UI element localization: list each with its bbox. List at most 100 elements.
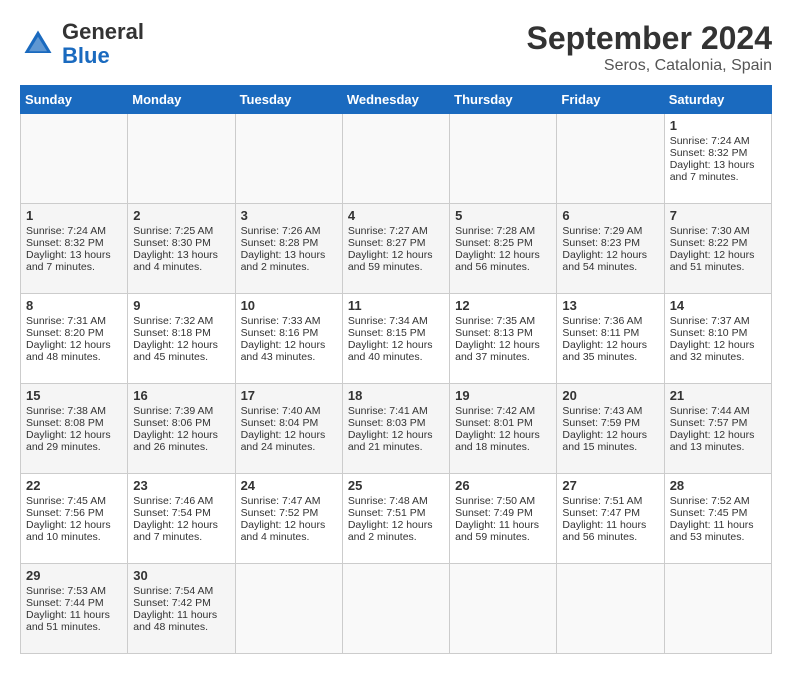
calendar-cell: 10 Sunrise: 7:33 AM Sunset: 8:16 PM Dayl… [235,294,342,384]
calendar-cell [21,114,128,204]
sunset: Sunset: 7:51 PM [348,507,426,519]
sunrise: Sunrise: 7:46 AM [133,495,213,507]
logo-text: General Blue [62,20,144,68]
day-number: 2 [133,208,229,223]
sunset: Sunset: 7:42 PM [133,597,211,609]
daylight: Daylight: 12 hours and 24 minutes. [241,429,326,453]
sunrise: Sunrise: 7:36 AM [562,315,642,327]
daylight: Daylight: 13 hours and 2 minutes. [241,249,326,273]
sunrise: Sunrise: 7:41 AM [348,405,428,417]
sunset: Sunset: 8:16 PM [241,327,319,339]
calendar-cell: 3 Sunrise: 7:26 AM Sunset: 8:28 PM Dayli… [235,204,342,294]
calendar-cell: 29 Sunrise: 7:53 AM Sunset: 7:44 PM Dayl… [21,564,128,654]
calendar-cell: 6 Sunrise: 7:29 AM Sunset: 8:23 PM Dayli… [557,204,664,294]
sunset: Sunset: 7:59 PM [562,417,640,429]
calendar-cell: 14 Sunrise: 7:37 AM Sunset: 8:10 PM Dayl… [664,294,771,384]
daylight: Daylight: 12 hours and 13 minutes. [670,429,755,453]
calendar-cell: 21 Sunrise: 7:44 AM Sunset: 7:57 PM Dayl… [664,384,771,474]
sunrise: Sunrise: 7:37 AM [670,315,750,327]
calendar-cell: 9 Sunrise: 7:32 AM Sunset: 8:18 PM Dayli… [128,294,235,384]
calendar-cell [235,114,342,204]
sunrise: Sunrise: 7:32 AM [133,315,213,327]
daylight: Daylight: 13 hours and 4 minutes. [133,249,218,273]
calendar-week-row: 1 Sunrise: 7:24 AM Sunset: 8:32 PM Dayli… [21,114,772,204]
sunrise: Sunrise: 7:34 AM [348,315,428,327]
sunrise: Sunrise: 7:38 AM [26,405,106,417]
calendar-cell: 1 Sunrise: 7:24 AM Sunset: 8:32 PM Dayli… [664,114,771,204]
daylight: Daylight: 13 hours and 7 minutes. [670,159,755,183]
sunrise: Sunrise: 7:50 AM [455,495,535,507]
daylight: Daylight: 12 hours and 48 minutes. [26,339,111,363]
daylight: Daylight: 11 hours and 53 minutes. [670,519,754,543]
sunrise: Sunrise: 7:43 AM [562,405,642,417]
title-block: September 2024 Seros, Catalonia, Spain [527,20,772,75]
day-number: 24 [241,478,337,493]
calendar-cell [235,564,342,654]
calendar-cell: 8 Sunrise: 7:31 AM Sunset: 8:20 PM Dayli… [21,294,128,384]
day-number: 28 [670,478,766,493]
daylight: Daylight: 12 hours and 7 minutes. [133,519,218,543]
day-number: 18 [348,388,444,403]
day-number: 22 [26,478,122,493]
calendar-cell: 25 Sunrise: 7:48 AM Sunset: 7:51 PM Dayl… [342,474,449,564]
sunrise: Sunrise: 7:24 AM [670,135,750,147]
daylight: Daylight: 12 hours and 15 minutes. [562,429,647,453]
sunset: Sunset: 8:11 PM [562,327,639,339]
daylight: Daylight: 12 hours and 32 minutes. [670,339,755,363]
days-header-row: Sunday Monday Tuesday Wednesday Thursday… [21,86,772,114]
sunset: Sunset: 8:04 PM [241,417,319,429]
day-number: 27 [562,478,658,493]
day-number: 1 [26,208,122,223]
sunset: Sunset: 8:06 PM [133,417,211,429]
header-friday: Friday [557,86,664,114]
calendar-cell: 19 Sunrise: 7:42 AM Sunset: 8:01 PM Dayl… [450,384,557,474]
calendar-cell [664,564,771,654]
day-number: 3 [241,208,337,223]
sunrise: Sunrise: 7:52 AM [670,495,750,507]
day-number: 6 [562,208,658,223]
calendar-cell [342,564,449,654]
daylight: Daylight: 12 hours and 59 minutes. [348,249,433,273]
calendar-week-row: 29 Sunrise: 7:53 AM Sunset: 7:44 PM Dayl… [21,564,772,654]
calendar-cell: 15 Sunrise: 7:38 AM Sunset: 8:08 PM Dayl… [21,384,128,474]
day-number: 29 [26,568,122,583]
day-number: 7 [670,208,766,223]
day-number: 16 [133,388,229,403]
sunrise: Sunrise: 7:26 AM [241,225,321,237]
logo: General Blue [20,20,144,68]
daylight: Daylight: 11 hours and 51 minutes. [26,609,110,633]
sunrise: Sunrise: 7:47 AM [241,495,321,507]
sunrise: Sunrise: 7:29 AM [562,225,642,237]
calendar-cell: 4 Sunrise: 7:27 AM Sunset: 8:27 PM Dayli… [342,204,449,294]
calendar-cell: 12 Sunrise: 7:35 AM Sunset: 8:13 PM Dayl… [450,294,557,384]
calendar-table: Sunday Monday Tuesday Wednesday Thursday… [20,85,772,654]
calendar-cell: 11 Sunrise: 7:34 AM Sunset: 8:15 PM Dayl… [342,294,449,384]
calendar-cell: 2 Sunrise: 7:25 AM Sunset: 8:30 PM Dayli… [128,204,235,294]
day-number: 17 [241,388,337,403]
sunset: Sunset: 7:44 PM [26,597,104,609]
daylight: Daylight: 12 hours and 56 minutes. [455,249,540,273]
calendar-cell [450,114,557,204]
sunset: Sunset: 8:10 PM [670,327,748,339]
daylight: Daylight: 11 hours and 56 minutes. [562,519,646,543]
sunrise: Sunrise: 7:45 AM [26,495,106,507]
calendar-cell [128,114,235,204]
calendar-cell: 23 Sunrise: 7:46 AM Sunset: 7:54 PM Dayl… [128,474,235,564]
day-number: 25 [348,478,444,493]
calendar-cell: 18 Sunrise: 7:41 AM Sunset: 8:03 PM Dayl… [342,384,449,474]
sunrise: Sunrise: 7:39 AM [133,405,213,417]
header-thursday: Thursday [450,86,557,114]
sunset: Sunset: 8:25 PM [455,237,533,249]
sunrise: Sunrise: 7:51 AM [562,495,642,507]
day-number: 5 [455,208,551,223]
day-number: 23 [133,478,229,493]
header-wednesday: Wednesday [342,86,449,114]
sunset: Sunset: 8:20 PM [26,327,104,339]
calendar-cell: 24 Sunrise: 7:47 AM Sunset: 7:52 PM Dayl… [235,474,342,564]
sunrise: Sunrise: 7:48 AM [348,495,428,507]
daylight: Daylight: 12 hours and 10 minutes. [26,519,111,543]
calendar-cell: 16 Sunrise: 7:39 AM Sunset: 8:06 PM Dayl… [128,384,235,474]
calendar-cell [557,114,664,204]
header-tuesday: Tuesday [235,86,342,114]
daylight: Daylight: 12 hours and 21 minutes. [348,429,433,453]
